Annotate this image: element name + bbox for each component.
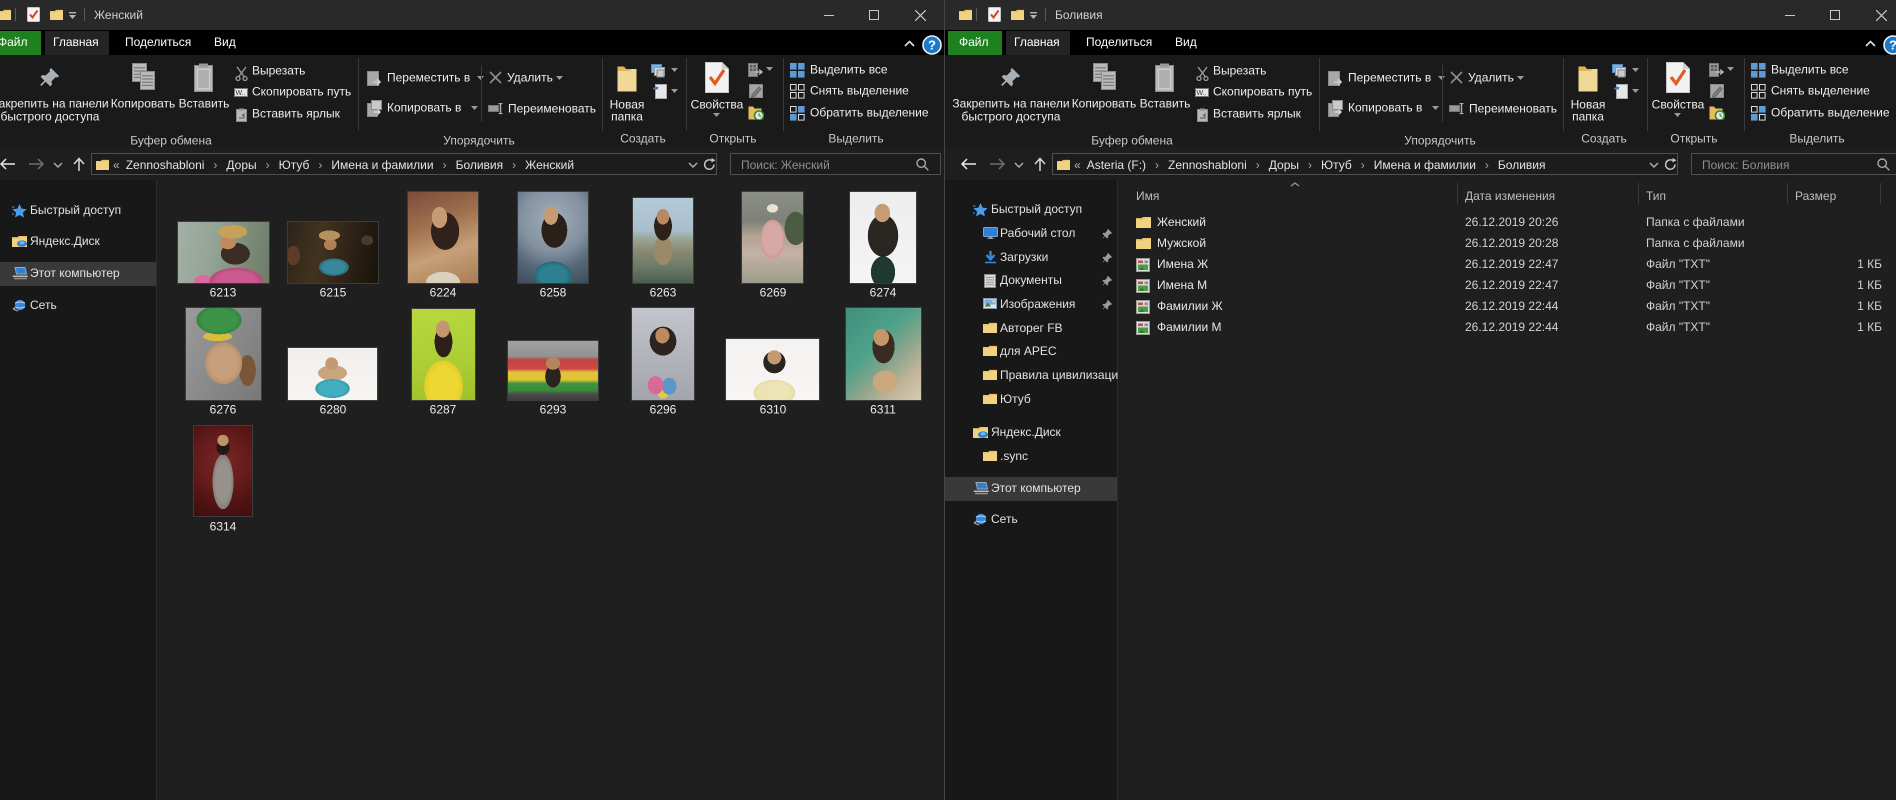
svg-text:?: ? — [1889, 38, 1896, 53]
svg-text:W..: W.. — [236, 90, 246, 97]
svg-text:?: ? — [928, 38, 936, 53]
svg-text:W..: W.. — [1197, 90, 1207, 97]
